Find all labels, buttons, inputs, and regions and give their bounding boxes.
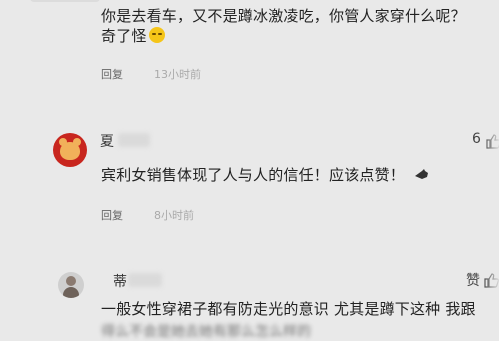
avatar[interactable] — [58, 272, 84, 298]
comment-2-reply-button[interactable]: 回复 — [101, 207, 123, 223]
comment-2-timestamp: 8小时前 — [154, 209, 194, 222]
comment-3-author-redacted — [128, 273, 162, 287]
comment-1-text-line-1: 你是去看车，又不是蹲冰激凌吃，你管人家穿什么呢？ — [101, 7, 466, 25]
comment-2-text: 宾利女销售体现了人与人的信任！应该点赞！ — [101, 166, 430, 184]
comment-2-author-name[interactable]: 夏 — [100, 131, 114, 151]
comment-2-like-count: 6 — [472, 131, 481, 147]
sweat-smile-emoji-icon — [148, 27, 165, 43]
previous-comment-remnant — [30, 0, 100, 2]
comment-3-text-line-2: 得么不会是她去她有那么怎么样的 — [101, 324, 311, 340]
comment-3-author-name[interactable]: 蒂 — [113, 271, 127, 291]
person-avatar-icon — [63, 287, 79, 298]
comment-1-text-line-2-label: 奇了怪 — [101, 27, 147, 45]
comment-1-text-line-2: 奇了怪 — [101, 27, 165, 45]
comment-3-text-line-1: 一般女性穿裙子都有防走光的意识 尤其是蹲下这种 我跟 — [101, 300, 476, 318]
comment-list: 你是去看车，又不是蹲冰激凌吃，你管人家穿什么呢？ 奇了怪 回复 13小时前 夏 … — [0, 0, 499, 340]
comment-2-author-redacted — [118, 133, 150, 147]
comment-3-like-label: 赞 — [466, 273, 480, 289]
comment-1-reply-button[interactable]: 回复 — [101, 66, 123, 82]
bear-avatar-icon — [60, 142, 80, 160]
avatar[interactable] — [53, 133, 87, 167]
right-edge-fade — [485, 0, 499, 332]
comment-1-timestamp: 13小时前 — [154, 68, 201, 81]
pointing-hand-icon — [414, 169, 428, 179]
comment-2-text-label: 宾利女销售体现了人与人的信任！应该点赞！ — [101, 166, 406, 184]
